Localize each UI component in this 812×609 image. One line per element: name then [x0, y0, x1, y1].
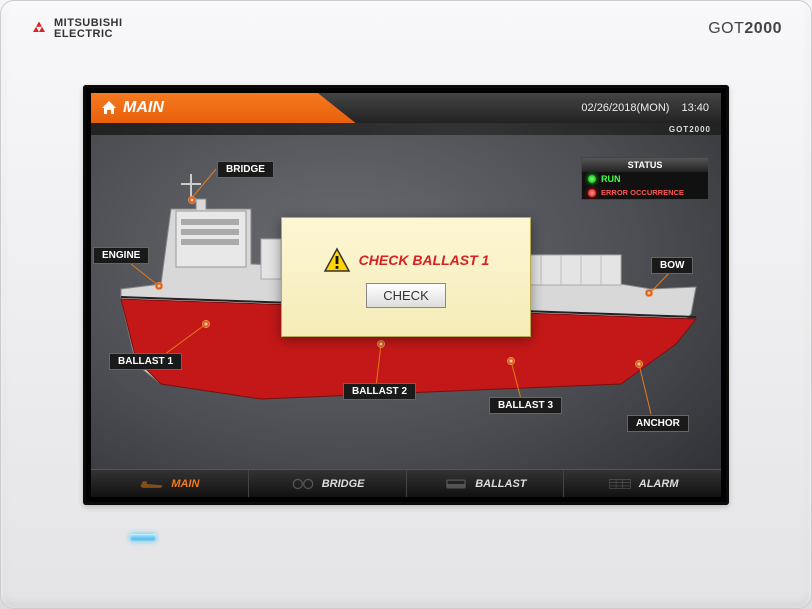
- marker-bow: [645, 289, 653, 297]
- marker-engine: [155, 282, 163, 290]
- mitsubishi-logo-icon: [30, 20, 48, 38]
- nav-bar: MAIN BRIDGE BALLAST ALARM: [91, 469, 721, 497]
- header-date: 02/26/2018(MON): [581, 102, 669, 114]
- nav-bridge-label: BRIDGE: [322, 478, 365, 490]
- nav-ballast-label: BALLAST: [475, 478, 526, 490]
- marker-bridge: [188, 196, 196, 204]
- status-run: RUN: [601, 174, 621, 184]
- power-led-icon: [130, 534, 156, 541]
- marker-ballast2: [377, 340, 385, 348]
- home-icon: [101, 101, 117, 115]
- page-title: MAIN: [123, 99, 164, 117]
- nav-main[interactable]: MAIN: [91, 470, 249, 497]
- hmi-screen[interactable]: 02/26/2018(MON) 13:40 MAIN GOT2000: [91, 93, 721, 497]
- status-error: ERROR OCCURRENCE: [601, 188, 684, 197]
- label-bow[interactable]: BOW: [651, 257, 693, 274]
- ship-icon: [139, 476, 165, 492]
- nav-bridge[interactable]: BRIDGE: [249, 470, 407, 497]
- marker-ballast1: [202, 320, 210, 328]
- label-bridge[interactable]: BRIDGE: [217, 161, 274, 178]
- status-run-row: RUN: [582, 172, 708, 186]
- check-button[interactable]: CHECK: [366, 283, 446, 308]
- popup-message: CHECK BALLAST 1: [359, 252, 490, 268]
- ship-diagram: STATUS RUN ERROR OCCURRENCE BRIDGE ENGIN…: [91, 139, 721, 469]
- grid-icon: [607, 476, 633, 492]
- marker-ballast3: [507, 357, 515, 365]
- tank-icon: [443, 476, 469, 492]
- nav-alarm[interactable]: ALARM: [564, 470, 721, 497]
- marker-anchor: [635, 360, 643, 368]
- status-panel: STATUS RUN ERROR OCCURRENCE: [581, 157, 709, 200]
- led-red-icon: [588, 189, 596, 197]
- alert-popup: CHECK BALLAST 1 CHECK: [281, 217, 531, 337]
- nav-alarm-label: ALARM: [639, 478, 679, 490]
- brand-name-2: ELECTRIC: [54, 29, 123, 40]
- gauge-icon: [290, 476, 316, 492]
- led-green-icon: [588, 175, 596, 183]
- label-ballast2[interactable]: BALLAST 2: [343, 383, 416, 400]
- status-error-row: ERROR OCCURRENCE: [582, 186, 708, 199]
- label-ballast1[interactable]: BALLAST 1: [109, 353, 182, 370]
- sub-brand-strip: GOT2000: [91, 123, 721, 135]
- warning-icon: [323, 247, 351, 273]
- sub-brand: GOT2000: [669, 125, 711, 134]
- screen-frame: 02/26/2018(MON) 13:40 MAIN GOT2000: [83, 85, 729, 505]
- nav-ballast[interactable]: BALLAST: [407, 470, 565, 497]
- label-ballast3[interactable]: BALLAST 3: [489, 397, 562, 414]
- nav-main-label: MAIN: [171, 478, 199, 490]
- label-anchor[interactable]: ANCHOR: [627, 415, 689, 432]
- label-engine[interactable]: ENGINE: [93, 247, 149, 264]
- brand-left: MITSUBISHI ELECTRIC: [30, 18, 123, 40]
- header-time: 13:40: [681, 102, 709, 114]
- brand-row: MITSUBISHI ELECTRIC GOT2000: [30, 18, 782, 40]
- header: 02/26/2018(MON) 13:40 MAIN: [91, 93, 721, 123]
- product-model: GOT2000: [708, 20, 782, 38]
- status-title: STATUS: [582, 158, 708, 172]
